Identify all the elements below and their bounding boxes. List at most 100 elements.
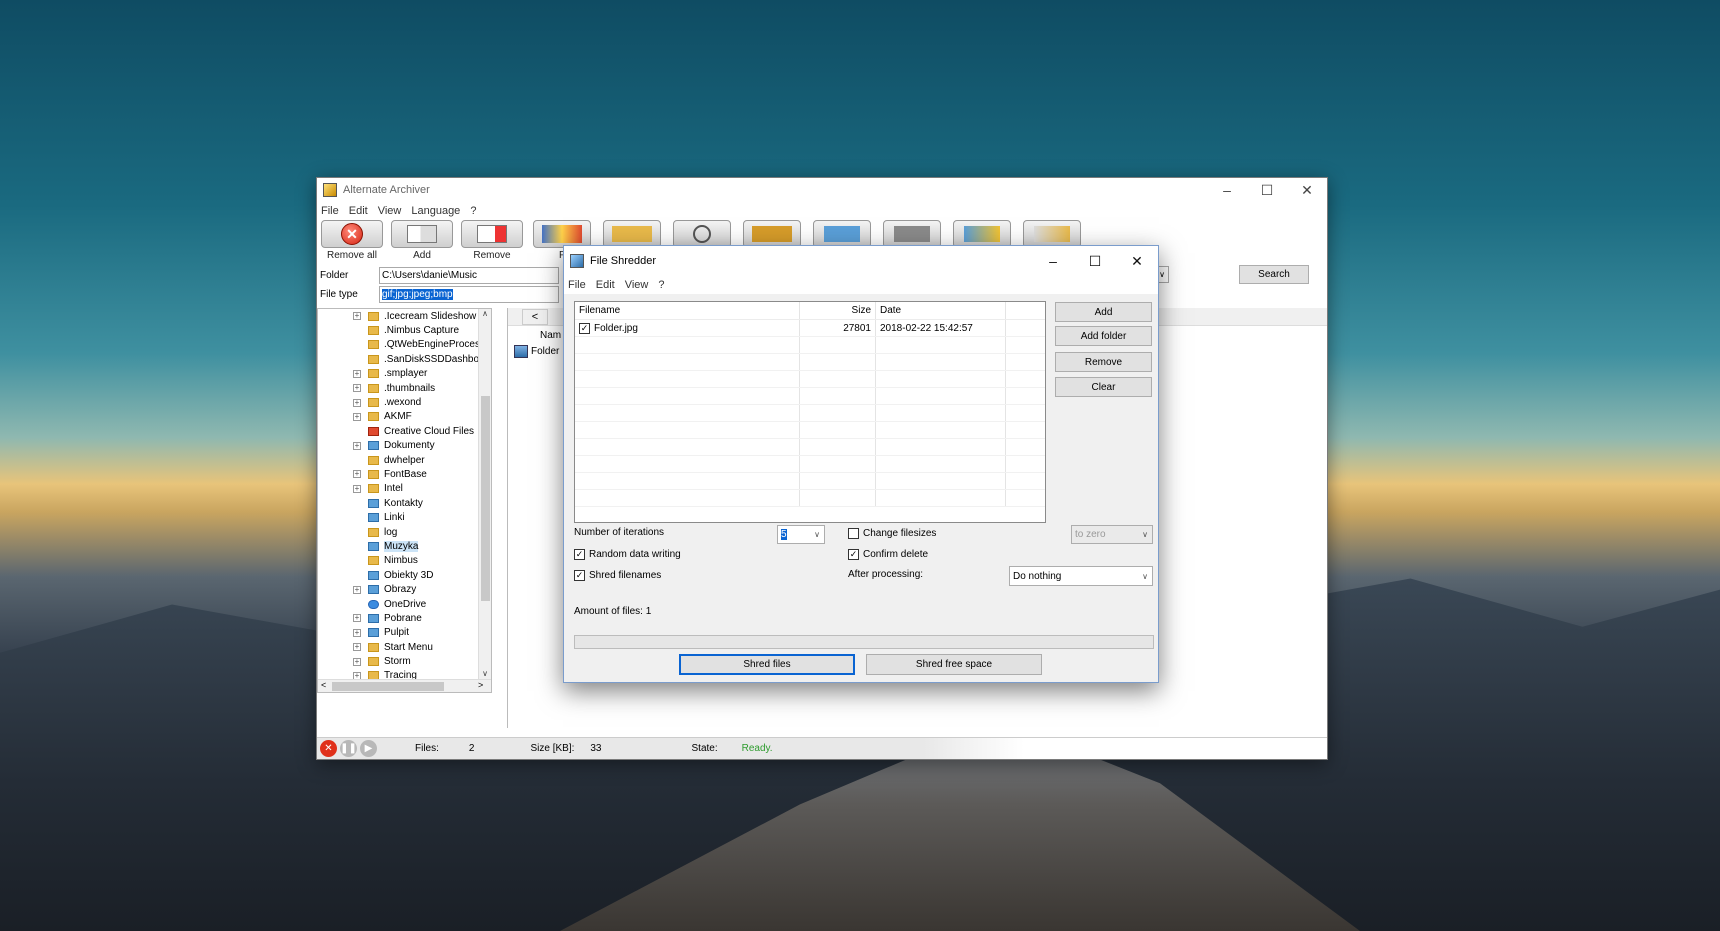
expand-icon[interactable]: + <box>353 384 361 393</box>
expand-icon[interactable]: + <box>353 585 361 594</box>
tree-item[interactable]: + .smplayer <box>318 367 491 381</box>
column-size[interactable]: Size <box>800 302 876 319</box>
tree-item[interactable]: + FontBase <box>318 467 491 481</box>
tree-item[interactable]: + Start Menu <box>318 640 491 654</box>
tree-item[interactable]: Nimbus <box>318 554 491 568</box>
remove-all-button[interactable]: ✕ Remove all <box>321 220 383 261</box>
tree-item[interactable]: .Nimbus Capture <box>318 323 491 337</box>
column-filename[interactable]: Filename <box>575 302 800 319</box>
toolbar-button-8[interactable] <box>811 220 873 248</box>
expand-icon[interactable]: + <box>353 628 361 637</box>
shred-add-button[interactable]: Add <box>1055 302 1152 322</box>
minimize-button[interactable]: – <box>1207 178 1247 202</box>
change-filesizes-option[interactable]: Change filesizes <box>848 528 936 539</box>
expand-icon[interactable]: + <box>353 643 361 652</box>
toolbar-button-9[interactable] <box>881 220 943 248</box>
tree-item[interactable]: Kontakty <box>318 496 491 510</box>
expand-icon[interactable]: + <box>353 398 361 407</box>
tree-item[interactable]: .SanDiskSSDDashboa <box>318 352 491 366</box>
tree-item[interactable]: + Intel <box>318 482 491 496</box>
tree-item[interactable]: + Storm <box>318 654 491 668</box>
tree-vertical-scrollbar[interactable]: ∧ ∨ <box>478 309 491 692</box>
menu-help[interactable]: ? <box>470 205 476 217</box>
folder-input[interactable]: C:\Users\danie\Music <box>379 267 559 284</box>
toolbar-button-7[interactable] <box>741 220 803 248</box>
menu-edit[interactable]: Edit <box>349 205 368 217</box>
random-data-option[interactable]: ✓ Random data writing <box>574 549 681 560</box>
shred-filenames-checkbox[interactable]: ✓ <box>574 570 585 581</box>
nav-back-button[interactable]: < <box>522 308 548 325</box>
iterations-select[interactable]: 5 ∨ <box>777 525 825 544</box>
remove-button[interactable]: Remove <box>461 220 523 261</box>
expand-icon[interactable]: + <box>353 614 361 623</box>
tree-item[interactable]: log <box>318 525 491 539</box>
column-date[interactable]: Date <box>876 302 1006 319</box>
tree-item[interactable]: .QtWebEngineProces <box>318 338 491 352</box>
dialog-menu-file[interactable]: File <box>568 279 586 291</box>
tree-item[interactable]: OneDrive <box>318 597 491 611</box>
tree-item[interactable]: + Obrazy <box>318 582 491 596</box>
play-icon[interactable]: ▶ <box>360 740 377 757</box>
confirm-delete-option[interactable]: ✓ Confirm delete <box>848 549 928 560</box>
tree-item[interactable]: + .wexond <box>318 395 491 409</box>
pause-icon[interactable]: ❚❚ <box>340 740 357 757</box>
expand-icon[interactable]: + <box>353 312 361 321</box>
file-type-input[interactable]: gif;jpg;jpeg;bmp <box>379 286 559 303</box>
shred-add-folder-button[interactable]: Add folder <box>1055 326 1152 346</box>
dialog-minimize-button[interactable]: – <box>1032 246 1074 276</box>
tree-item[interactable]: dwhelper <box>318 453 491 467</box>
tree-item[interactable]: + Pulpit <box>318 626 491 640</box>
menu-file[interactable]: File <box>321 205 339 217</box>
shred-clear-button[interactable]: Clear <box>1055 377 1152 397</box>
menu-view[interactable]: View <box>378 205 402 217</box>
tree-hscroll-thumb[interactable] <box>332 682 444 691</box>
tree-item[interactable]: Creative Cloud Files <box>318 424 491 438</box>
expand-icon[interactable]: + <box>353 369 361 378</box>
shred-filenames-option[interactable]: ✓ Shred filenames <box>574 570 661 581</box>
tree-scroll-thumb[interactable] <box>481 396 490 601</box>
tree-item[interactable]: + AKMF <box>318 410 491 424</box>
tree-item[interactable]: + .Icecream Slideshow I <box>318 309 491 323</box>
tree-item[interactable]: + Pobrane <box>318 611 491 625</box>
toolbar-button-6[interactable] <box>671 220 733 248</box>
folder-icon <box>368 642 379 652</box>
dialog-menu-edit[interactable]: Edit <box>596 279 615 291</box>
random-data-checkbox[interactable]: ✓ <box>574 549 585 560</box>
dialog-close-button[interactable]: ✕ <box>1116 246 1158 276</box>
menu-language[interactable]: Language <box>411 205 460 217</box>
toolbar-button-5[interactable] <box>601 220 663 248</box>
add-button[interactable]: Add <box>391 220 453 261</box>
shred-file-list[interactable]: Filename Size Date ✓ Folder.jpg 27801 201… <box>574 301 1046 523</box>
expand-icon[interactable]: + <box>353 484 361 493</box>
tree-item[interactable]: Linki <box>318 510 491 524</box>
shred-free-space-button[interactable]: Shred free space <box>866 654 1042 675</box>
list-column-name[interactable]: Nam <box>540 330 561 341</box>
expand-icon[interactable]: + <box>353 441 361 450</box>
shred-files-button[interactable]: Shred files <box>679 654 855 675</box>
dialog-maximize-button[interactable]: ☐ <box>1074 246 1116 276</box>
file-row[interactable]: ✓ Folder.jpg 27801 2018-02-22 15:42:57 <box>575 320 1045 337</box>
expand-icon[interactable]: + <box>353 657 361 666</box>
close-button[interactable]: ✕ <box>1287 178 1327 202</box>
tree-item[interactable]: + .thumbnails <box>318 381 491 395</box>
toolbar-button-11[interactable] <box>1021 220 1083 248</box>
tree-item[interactable]: Obiekty 3D <box>318 568 491 582</box>
shred-remove-button[interactable]: Remove <box>1055 352 1152 372</box>
tree-item[interactable]: + Dokumenty <box>318 439 491 453</box>
tree-horizontal-scrollbar[interactable]: < > <box>318 679 491 692</box>
dialog-menu-view[interactable]: View <box>625 279 649 291</box>
dialog-menu-help[interactable]: ? <box>658 279 664 291</box>
confirm-delete-checkbox[interactable]: ✓ <box>848 549 859 560</box>
expand-icon[interactable]: + <box>353 412 361 421</box>
stop-icon[interactable]: ✕ <box>320 740 337 757</box>
change-filesizes-checkbox[interactable] <box>848 528 859 539</box>
after-processing-select[interactable]: Do nothing ∨ <box>1009 566 1153 586</box>
toolbar-button-10[interactable] <box>951 220 1013 248</box>
tree-item[interactable]: Muzyka <box>318 539 491 553</box>
file-row-checkbox[interactable]: ✓ <box>579 322 590 334</box>
maximize-button[interactable]: ☐ <box>1247 178 1287 202</box>
expand-icon[interactable]: + <box>353 470 361 479</box>
list-item-folder[interactable]: Folder <box>514 345 559 358</box>
folder-tree[interactable]: + .Icecream Slideshow I .Nimbus Capture .Qt… <box>317 308 492 693</box>
search-button[interactable]: Search <box>1239 265 1309 284</box>
